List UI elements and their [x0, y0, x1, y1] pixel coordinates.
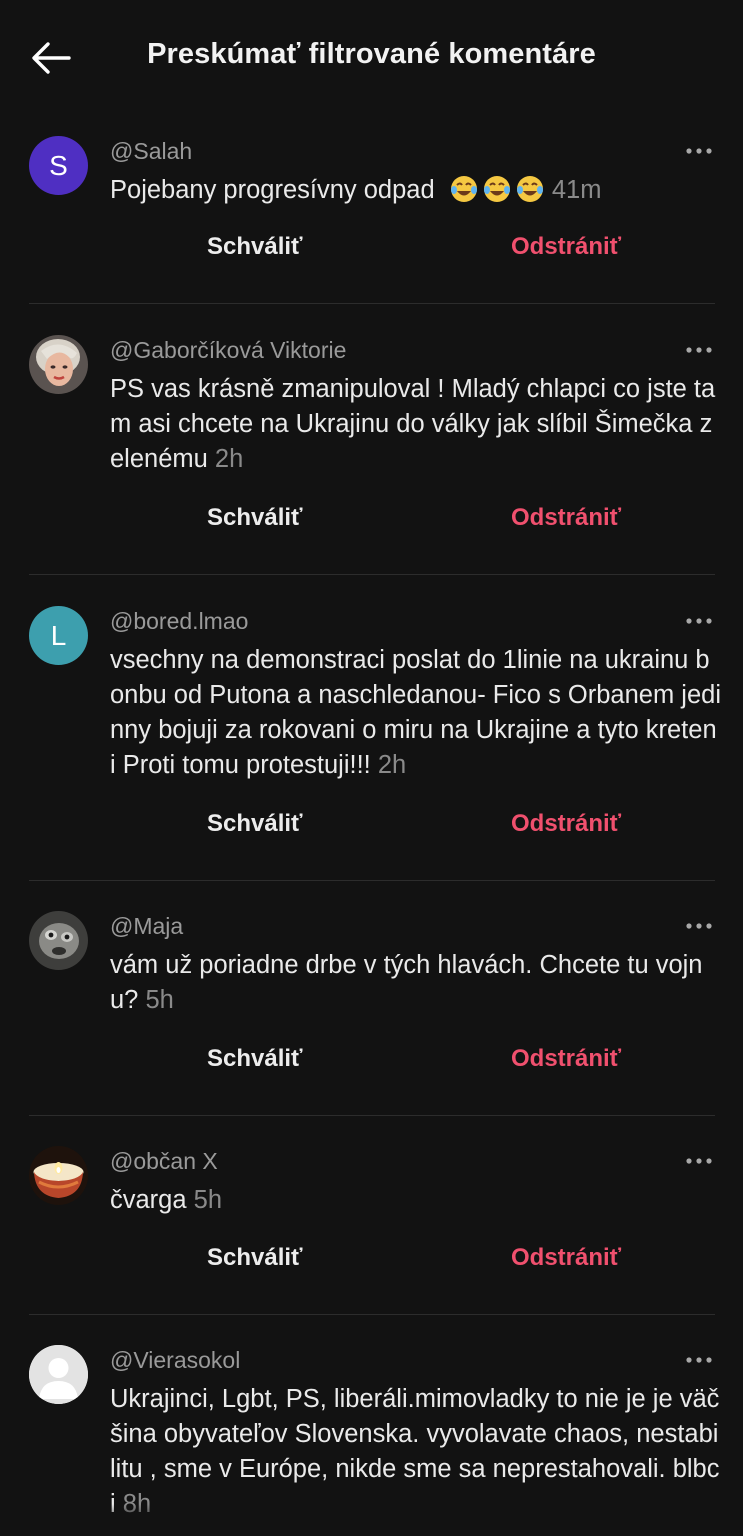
comment-actions: Schváliť Odstrániť	[0, 1244, 743, 1284]
comment-text: Ukrajinci, Lgbt, PS, liberáli.mimovladky…	[110, 1382, 722, 1522]
approve-button[interactable]: Schváliť	[207, 810, 303, 838]
avatar[interactable]	[29, 1146, 88, 1205]
approve-button[interactable]: Schváliť	[207, 233, 303, 261]
approve-button[interactable]: Schváliť	[207, 1244, 303, 1272]
candle-photo-icon	[29, 1146, 88, 1205]
face-with-tears-of-joy-icon	[450, 176, 477, 202]
comment-actions: Schváliť Odstrániť	[0, 1045, 743, 1085]
header: Preskúmať filtrované komentáre	[0, 0, 743, 115]
comment-actions: Schváliť Odstrániť	[0, 233, 743, 273]
comment-time: 5h	[145, 986, 174, 1014]
comment-time: 2h	[377, 751, 407, 779]
comment-body: PS vas krásně zmanipuloval ! Mladý chlap…	[110, 375, 716, 473]
more-options-icon[interactable]	[683, 1149, 715, 1173]
comment-time: 41m	[551, 176, 602, 204]
avatar-letter: L	[50, 619, 67, 651]
username[interactable]: @občan X	[110, 1148, 218, 1175]
divider	[29, 1314, 715, 1315]
username[interactable]: @Gaborčíková Viktorie	[110, 337, 346, 364]
remove-button[interactable]: Odstrániť	[511, 810, 621, 838]
comment-body: vsechny na demonstraci poslat do 1linie …	[110, 646, 721, 779]
more-options-icon[interactable]	[683, 609, 715, 633]
default-avatar-icon	[29, 1345, 88, 1404]
more-options-icon[interactable]	[683, 914, 715, 938]
remove-button[interactable]: Odstrániť	[511, 504, 621, 532]
comment-text: PS vas krásně zmanipuloval ! Mladý chlap…	[110, 372, 722, 477]
approve-button[interactable]: Schváliť	[207, 504, 303, 532]
comment-time: 5h	[193, 1186, 223, 1214]
comment-text: čvarga 5h	[110, 1183, 722, 1218]
divider	[29, 880, 715, 881]
divider	[29, 303, 715, 304]
comment-actions: Schváliť Odstrániť	[0, 504, 743, 544]
comment-text: vám už poriadne drbe v tých hlavách. Chc…	[110, 948, 722, 1018]
avatar[interactable]: L	[29, 606, 88, 665]
bottom-fade	[0, 1504, 743, 1536]
profile-photo-icon	[29, 911, 88, 970]
remove-button[interactable]: Odstrániť	[511, 1045, 621, 1073]
comment-time: 2h	[214, 445, 244, 473]
page-title: Preskúmať filtrované komentáre	[147, 38, 596, 70]
username[interactable]: @bored.lmao	[110, 608, 248, 635]
face-with-tears-of-joy-icon	[516, 176, 543, 202]
username[interactable]: @Salah	[110, 138, 192, 165]
username[interactable]: @Vierasokol	[110, 1347, 240, 1374]
laughing-emoji	[446, 176, 552, 204]
avatar[interactable]: S	[29, 136, 88, 195]
profile-photo-icon	[29, 335, 88, 394]
comment-actions: Schváliť Odstrániť	[0, 810, 743, 850]
face-with-tears-of-joy-icon	[483, 176, 510, 202]
more-options-icon[interactable]	[683, 338, 715, 362]
more-options-icon[interactable]	[683, 139, 715, 163]
comment-body: čvarga	[110, 1186, 187, 1214]
comment-body: vám už poriadne drbe v tých hlavách. Chc…	[110, 951, 703, 1014]
avatar-letter: S	[49, 149, 68, 181]
username[interactable]: @Maja	[110, 913, 183, 940]
comment-body: Pojebany progresívny odpad	[110, 176, 435, 204]
avatar[interactable]	[29, 911, 88, 970]
divider	[29, 574, 715, 575]
avatar[interactable]	[29, 335, 88, 394]
comment-body: Ukrajinci, Lgbt, PS, liberáli.mimovladky…	[110, 1385, 720, 1518]
avatar[interactable]	[29, 1345, 88, 1404]
remove-button[interactable]: Odstrániť	[511, 1244, 621, 1272]
remove-button[interactable]: Odstrániť	[511, 233, 621, 261]
comment-text: Pojebany progresívny odpad 41m	[110, 173, 722, 208]
more-options-icon[interactable]	[683, 1348, 715, 1372]
comment-text: vsechny na demonstraci poslat do 1linie …	[110, 643, 722, 783]
divider	[29, 1115, 715, 1116]
approve-button[interactable]: Schváliť	[207, 1045, 303, 1073]
